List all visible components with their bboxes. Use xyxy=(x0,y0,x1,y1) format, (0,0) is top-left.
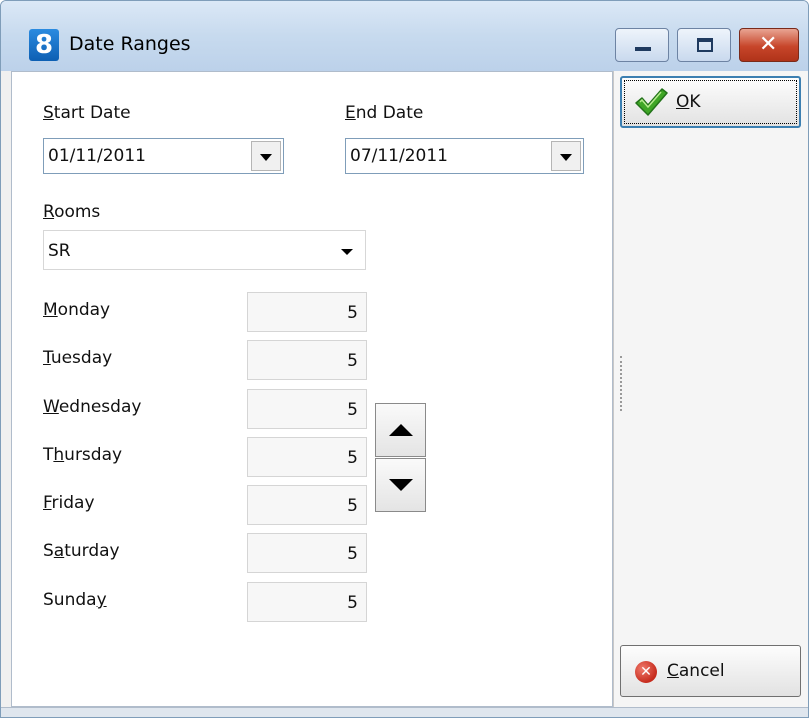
close-icon: ✕ xyxy=(759,32,778,57)
end-date-combo[interactable]: 07/11/2011 xyxy=(345,138,584,174)
splitter-handle[interactable] xyxy=(620,356,624,411)
start-date-value: 01/11/2011 xyxy=(48,146,146,166)
checkmark-icon xyxy=(635,88,668,116)
saturday-input[interactable]: 5 xyxy=(247,533,367,573)
chevron-down-icon xyxy=(560,154,572,161)
rooms-label: Rooms xyxy=(43,202,101,222)
rooms-combo[interactable]: SR xyxy=(43,230,366,270)
window-bottom-border xyxy=(1,707,808,717)
thursday-input[interactable]: 5 xyxy=(247,437,367,477)
maximize-button[interactable] xyxy=(677,28,731,62)
cancel-button[interactable]: ✕ Cancel xyxy=(620,645,801,697)
arrow-up-icon xyxy=(389,424,413,436)
start-date-combo[interactable]: 01/11/2011 xyxy=(43,138,284,174)
decrement-button[interactable] xyxy=(375,458,426,512)
start-date-label: Start Date xyxy=(43,103,131,123)
friday-input[interactable]: 5 xyxy=(247,485,367,525)
monday-label: Monday xyxy=(43,300,111,320)
tuesday-input[interactable]: 5 xyxy=(247,340,367,380)
friday-label: Friday xyxy=(43,493,95,513)
maximize-icon xyxy=(697,38,713,52)
minimize-button[interactable] xyxy=(615,28,669,62)
chevron-down-icon xyxy=(341,249,353,255)
wednesday-input[interactable]: 5 xyxy=(247,389,367,429)
end-date-dropdown-button[interactable] xyxy=(551,141,581,171)
wednesday-label: Wednesday xyxy=(43,397,142,417)
cancel-button-label: Cancel xyxy=(667,661,725,681)
sunday-input[interactable]: 5 xyxy=(247,582,367,622)
close-button[interactable]: ✕ xyxy=(739,28,799,62)
arrow-down-icon xyxy=(389,479,413,491)
minimize-icon xyxy=(635,47,651,51)
chevron-down-icon xyxy=(260,154,272,161)
start-date-dropdown-button[interactable] xyxy=(251,141,281,171)
end-date-value: 07/11/2011 xyxy=(350,146,448,166)
title-bar[interactable]: 8 Date Ranges ✕ xyxy=(1,1,808,71)
ok-button-label: OK xyxy=(676,92,701,112)
button-panel xyxy=(613,71,808,707)
app-icon: 8 xyxy=(29,29,59,61)
end-date-label: End Date xyxy=(345,103,424,123)
rooms-value: SR xyxy=(48,241,71,261)
ok-button[interactable]: OK xyxy=(620,76,801,128)
date-ranges-window: 8 Date Ranges ✕ Start Date 01/11/2011 En… xyxy=(0,0,809,718)
sunday-label: Sunday xyxy=(43,590,107,610)
window-title: Date Ranges xyxy=(69,33,191,55)
saturday-label: Saturday xyxy=(43,541,120,561)
increment-button[interactable] xyxy=(375,403,426,457)
thursday-label: Thursday xyxy=(43,445,123,465)
tuesday-label: Tuesday xyxy=(43,348,113,368)
cancel-icon: ✕ xyxy=(635,661,657,683)
monday-input[interactable]: 5 xyxy=(247,292,367,332)
